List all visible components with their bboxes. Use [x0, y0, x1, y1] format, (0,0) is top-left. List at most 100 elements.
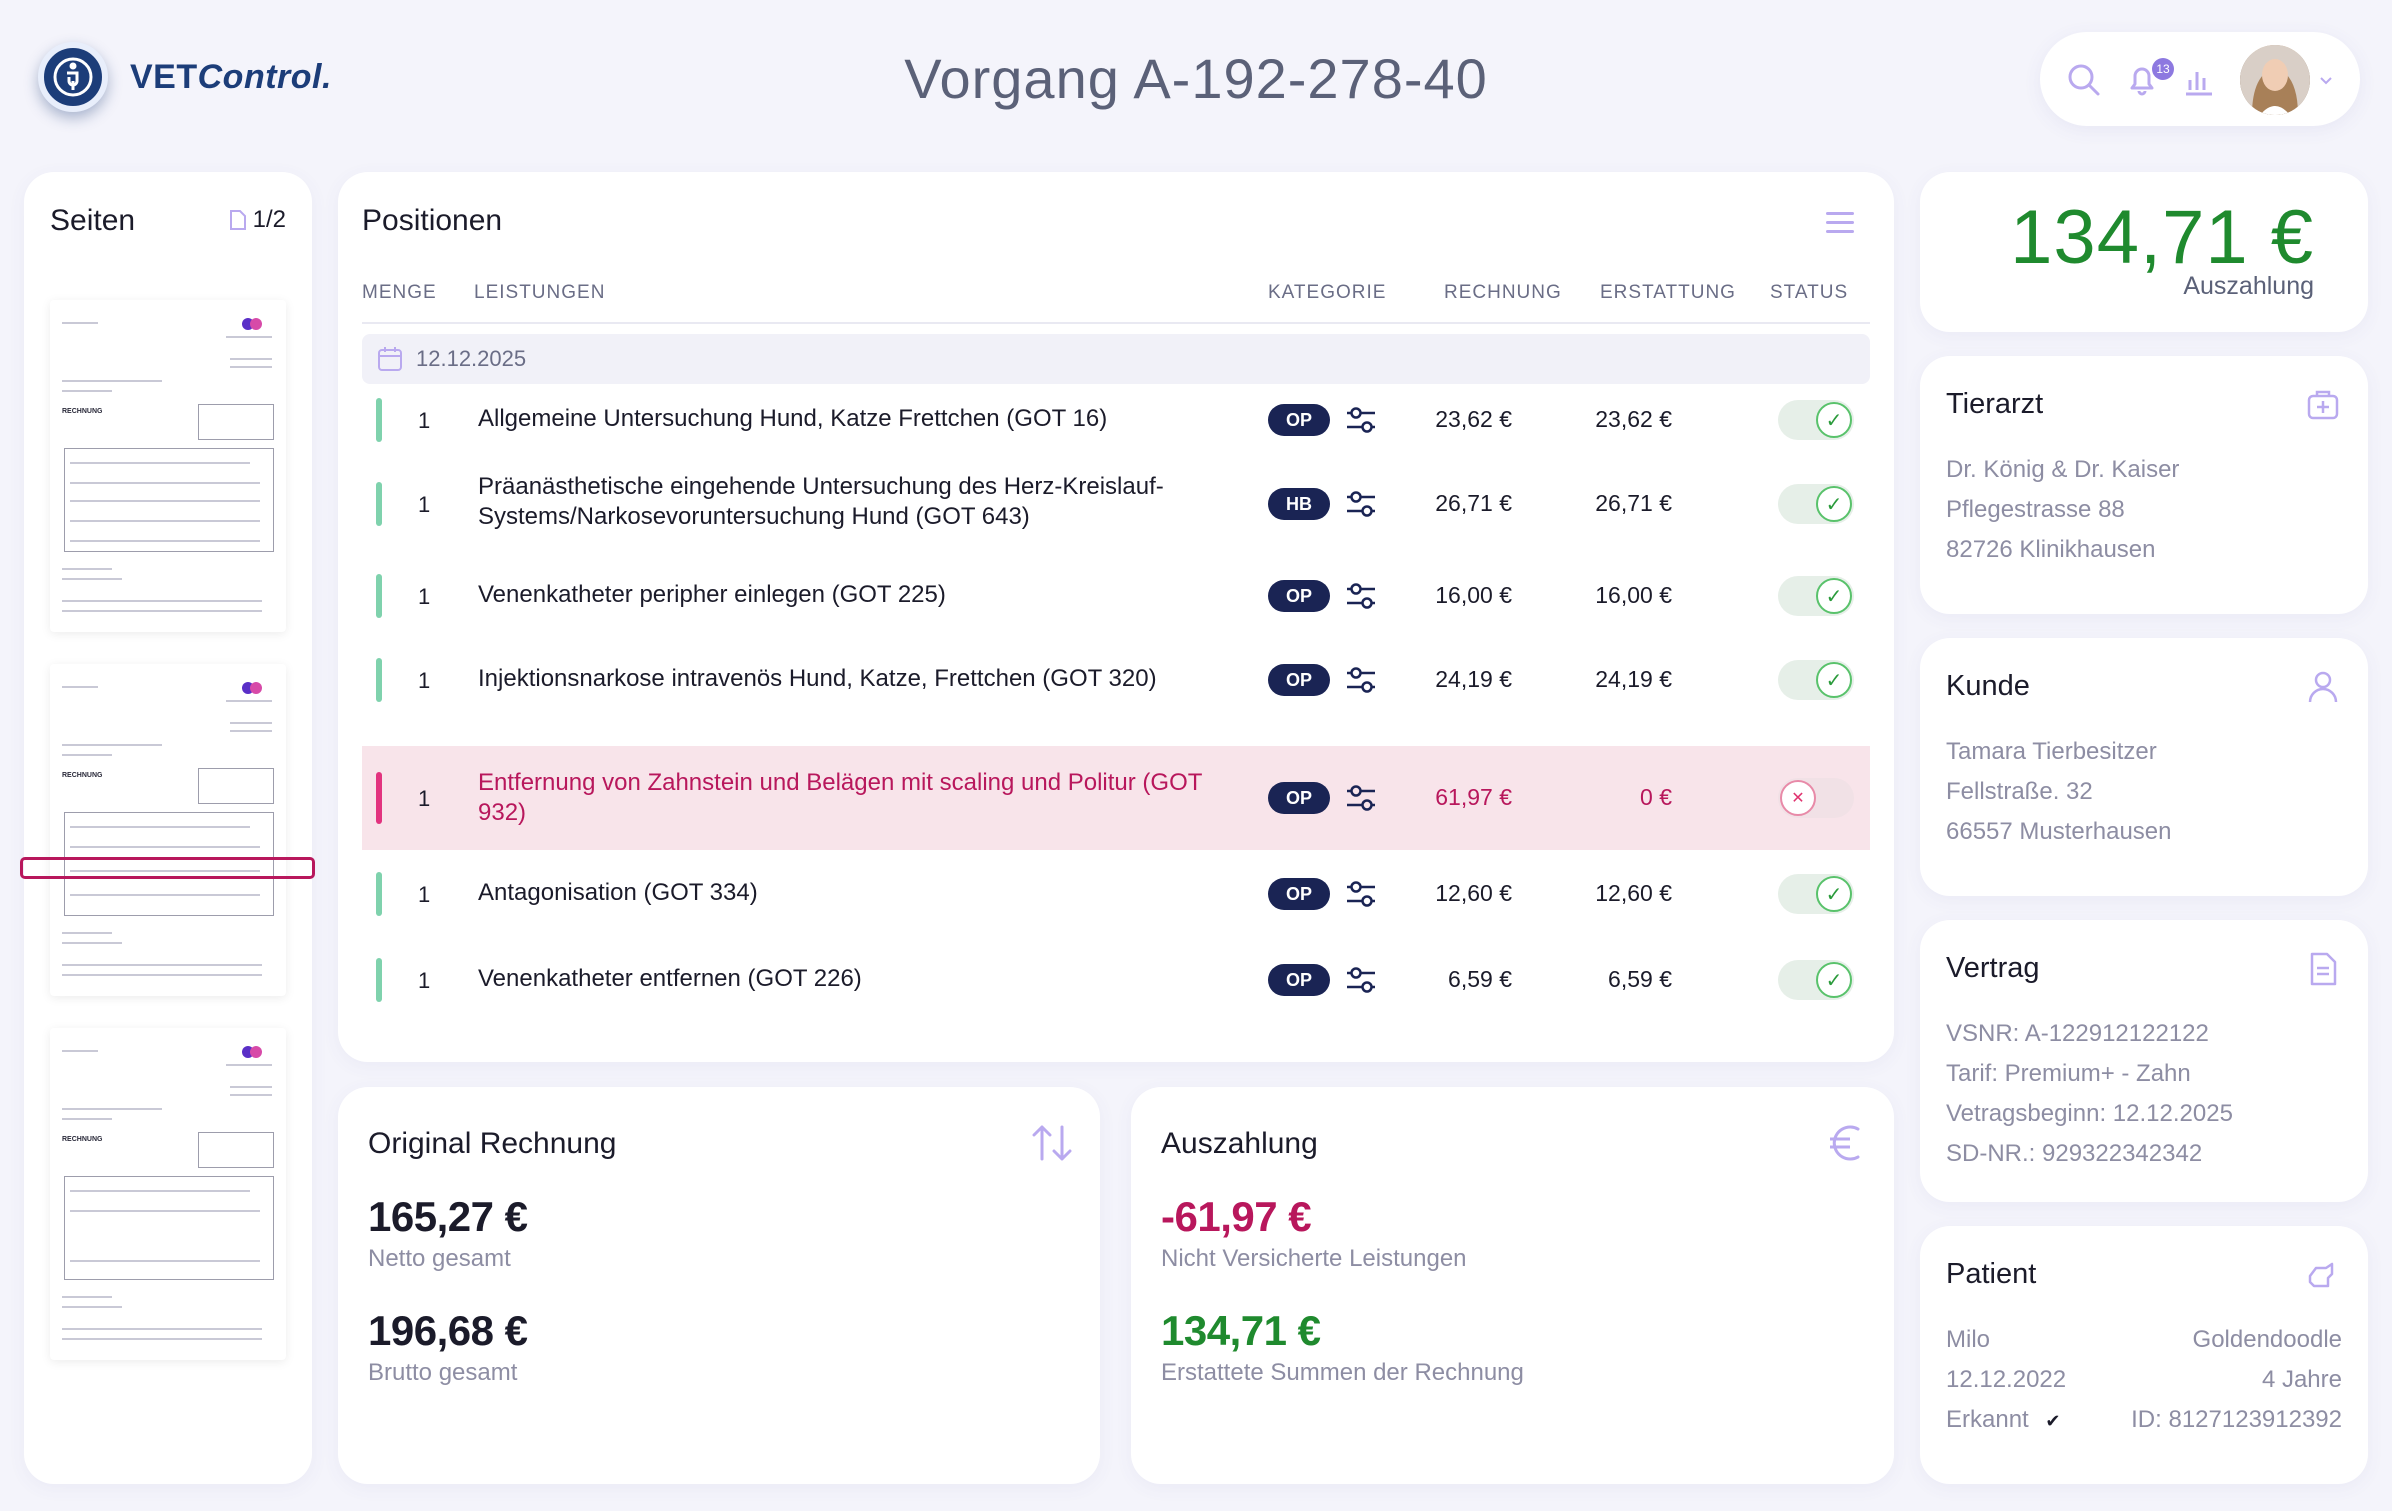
- row-description: Allgemeine Untersuchung Hund, Katze Fret…: [478, 405, 1108, 432]
- customer-card: Kunde Tamara Tierbesitzer Fellstraße. 32…: [1920, 638, 2368, 896]
- row-status-bar: [376, 574, 382, 618]
- patient-card: Patient Milo Goldendoodle 12.12.2022 4 J…: [1920, 1226, 2368, 1484]
- chevron-down-icon[interactable]: [2318, 72, 2334, 88]
- sort-arrows-icon[interactable]: [1028, 1119, 1076, 1167]
- table-row[interactable]: 1 Venenkatheter entfernen (GOT 226) OP 6…: [362, 936, 1870, 1022]
- search-icon[interactable]: [2064, 60, 2104, 100]
- check-icon: ✓: [1816, 662, 1852, 698]
- page-thumbnail-3[interactable]: RECHNUNG: [50, 1028, 286, 1360]
- netto-amount: 165,27 €: [368, 1193, 528, 1240]
- page-count-text: 1/2: [252, 206, 286, 233]
- status-toggle[interactable]: ✓: [1778, 400, 1854, 440]
- total-payout-amount: 134,71 €: [2010, 195, 2314, 280]
- brutto-label: Brutto gesamt: [368, 1359, 518, 1386]
- patient-status: Erkannt ✔: [1946, 1406, 2060, 1434]
- check-icon: ✓: [1816, 578, 1852, 614]
- document-icon: [229, 210, 246, 230]
- page-thumbnail-2[interactable]: RECHNUNG: [50, 664, 286, 996]
- contract-title: Vertrag: [1946, 952, 2040, 984]
- contract-card: Vertrag VSNR: A-122912122122 Tarif: Prem…: [1920, 920, 2368, 1202]
- category-badge[interactable]: OP: [1268, 664, 1330, 696]
- row-status-bar: [376, 872, 382, 916]
- total-payout-card: 134,71 € Auszahlung: [1920, 172, 2368, 332]
- payout-title: Auszahlung: [1161, 1127, 1318, 1160]
- column-header-status[interactable]: STATUS: [1770, 282, 1848, 304]
- row-quantity: 1: [418, 584, 431, 609]
- table-row[interactable]: 1 Präanästhetische eingehende Untersuchu…: [362, 456, 1870, 552]
- category-badge[interactable]: OP: [1268, 782, 1330, 814]
- dog-icon: [2308, 1262, 2334, 1288]
- customer-name: Tamara Tierbesitzer: [1946, 738, 2157, 765]
- not-insured-amount: -61,97 €: [1161, 1193, 1312, 1240]
- row-description: Venenkatheter entfernen (GOT 226): [478, 965, 862, 992]
- menu-icon[interactable]: [1826, 212, 1854, 239]
- category-badge[interactable]: HB: [1268, 488, 1330, 520]
- category-badge[interactable]: OP: [1268, 964, 1330, 996]
- row-quantity: 1: [418, 968, 431, 993]
- category-badge[interactable]: OP: [1268, 580, 1330, 612]
- column-header-leistungen[interactable]: LEISTUNGEN: [474, 282, 605, 304]
- contract-tarif: Tarif: Premium+ - Zahn: [1946, 1060, 2191, 1087]
- pages-panel: Seiten 1/2 RECHNUNG RECHNUNG RECHNUNG: [24, 172, 312, 1484]
- table-row[interactable]: 1 Antagonisation (GOT 334) OP 12,60 € 12…: [362, 850, 1870, 936]
- page-thumbnail-1[interactable]: RECHNUNG: [50, 300, 286, 632]
- table-header-divider: [362, 322, 1870, 324]
- chart-icon[interactable]: [2178, 60, 2218, 100]
- status-toggle[interactable]: ✓: [1778, 874, 1854, 914]
- status-toggle[interactable]: ✕: [1778, 778, 1854, 818]
- status-toggle[interactable]: ✓: [1778, 484, 1854, 524]
- vet-title: Tierarzt: [1946, 388, 2044, 420]
- row-erstattung-amount: 16,00 €: [1595, 582, 1672, 608]
- table-row[interactable]: 1 Allgemeine Untersuchung Hund, Katze Fr…: [362, 384, 1870, 456]
- category-badge[interactable]: OP: [1268, 878, 1330, 910]
- row-status-bar: [376, 658, 382, 702]
- patient-name: Milo: [1946, 1326, 1991, 1353]
- row-rechnung-amount: 26,71 €: [1435, 490, 1512, 516]
- vet-name: Dr. König & Dr. Kaiser: [1946, 456, 2180, 483]
- table-row-rejected[interactable]: 1 Entfernung von Zahnstein und Belägen m…: [362, 746, 1870, 850]
- patient-id: ID: 8127123912392: [2131, 1406, 2342, 1433]
- brutto-amount: 196,68 €: [368, 1307, 528, 1354]
- row-erstattung-amount: 6,59 €: [1608, 966, 1672, 992]
- vet-street: Pflegestrasse 88: [1946, 496, 2125, 523]
- page-counter: 1/2: [229, 206, 286, 234]
- status-toggle[interactable]: ✓: [1778, 660, 1854, 700]
- patient-age: 4 Jahre: [2261, 1366, 2342, 1393]
- row-rechnung-amount: 12,60 €: [1435, 880, 1512, 906]
- row-rechnung-amount: 23,62 €: [1435, 406, 1512, 432]
- original-invoice-title: Original Rechnung: [368, 1127, 617, 1160]
- row-rechnung-amount: 6,59 €: [1448, 966, 1512, 992]
- pages-title: Seiten: [50, 204, 136, 237]
- vet-city: 82726 Klinikhausen: [1946, 536, 2156, 563]
- status-toggle[interactable]: ✓: [1778, 960, 1854, 1000]
- row-status-bar: [376, 398, 382, 442]
- payout-card: Auszahlung -61,97 € Nicht Versicherte Le…: [1131, 1087, 1894, 1484]
- calendar-icon: [378, 347, 402, 371]
- column-header-kategorie[interactable]: KATEGORIE: [1268, 282, 1386, 304]
- column-header-rechnung[interactable]: RECHNUNG: [1444, 282, 1562, 304]
- check-icon: ✓: [1816, 876, 1852, 912]
- table-row[interactable]: 1 Injektionsnarkose intravenös Hund, Kat…: [362, 640, 1870, 720]
- table-row[interactable]: 1 Venenkatheter peripher einlegen (GOT 2…: [362, 552, 1870, 640]
- status-toggle[interactable]: ✓: [1778, 576, 1854, 616]
- reimbursed-amount: 134,71 €: [1161, 1307, 1321, 1354]
- column-header-menge[interactable]: MENGE: [362, 282, 437, 304]
- page-title: Vorgang A-192-278-40: [904, 47, 1488, 110]
- row-description: Injektionsnarkose intravenös Hund, Katze…: [478, 665, 1157, 692]
- category-badge[interactable]: OP: [1268, 404, 1330, 436]
- row-rechnung-amount: 24,19 €: [1435, 666, 1512, 692]
- positions-panel: Positionen MENGE LEISTUNGEN KATEGORIE RE…: [338, 172, 1894, 1062]
- row-quantity: 1: [418, 492, 431, 517]
- row-quantity: 1: [418, 668, 431, 693]
- positions-title: Positionen: [362, 204, 503, 237]
- not-insured-label: Nicht Versicherte Leistungen: [1161, 1245, 1467, 1272]
- user-avatar[interactable]: [2240, 45, 2310, 115]
- row-rechnung-amount: 61,97 €: [1435, 784, 1512, 810]
- total-payout-label: Auszahlung: [2183, 272, 2314, 300]
- column-header-erstattung[interactable]: ERSTATTUNG: [1600, 282, 1736, 304]
- row-erstattung-amount: 24,19 €: [1595, 666, 1672, 692]
- row-erstattung-amount: 12,60 €: [1595, 880, 1672, 906]
- euro-icon: [1830, 1125, 1860, 1161]
- row-status-bar: [376, 958, 382, 1002]
- check-icon: ✓: [1816, 962, 1852, 998]
